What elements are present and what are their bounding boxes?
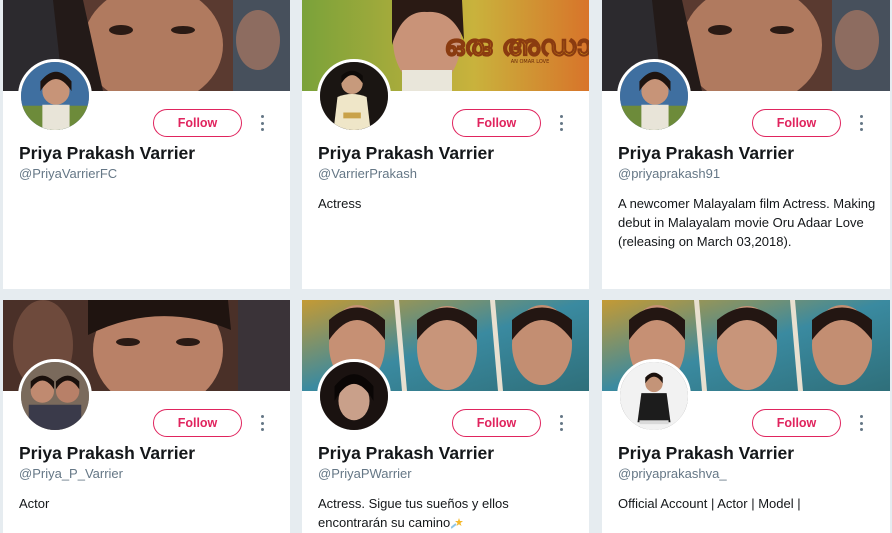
- user-handle[interactable]: @Priya_P_Varrier: [19, 466, 123, 481]
- more-options-icon[interactable]: [856, 115, 866, 131]
- avatar[interactable]: [18, 359, 92, 433]
- display-name[interactable]: Priya Prakash Varrier: [19, 143, 195, 164]
- avatar[interactable]: [317, 359, 391, 433]
- user-card[interactable]: Follow Priya Prakash Varrier @priyapraka…: [602, 0, 890, 289]
- user-bio: Actress: [318, 196, 362, 211]
- follow-button[interactable]: Follow: [452, 409, 541, 437]
- user-handle[interactable]: @VarrierPrakash: [318, 166, 417, 181]
- user-handle[interactable]: @PriyaPWarrier: [318, 466, 412, 481]
- user-card[interactable]: Follow Priya Prakash Varrier @Priya_P_Va…: [3, 300, 290, 533]
- user-handle[interactable]: @priyaprakashva_: [618, 466, 727, 481]
- user-card[interactable]: Follow Priya Prakash Varrier @priyapraka…: [602, 300, 890, 533]
- more-options-icon[interactable]: [556, 415, 566, 431]
- shooting-star-icon: [451, 518, 464, 529]
- user-bio: Actress. Sigue tus sueños y ellos encont…: [318, 494, 578, 532]
- display-name[interactable]: Priya Prakash Varrier: [19, 443, 195, 464]
- follow-button[interactable]: Follow: [153, 109, 242, 137]
- avatar[interactable]: [18, 59, 92, 133]
- follow-button[interactable]: Follow: [153, 409, 242, 437]
- user-handle[interactable]: @priyaprakash91: [618, 166, 720, 181]
- svg-text:ഒരു അഡാർ: ഒരു അഡാർ: [444, 29, 589, 62]
- user-handle[interactable]: @PriyaVarrierFC: [19, 166, 117, 181]
- avatar[interactable]: [617, 59, 691, 133]
- user-bio-text: Actress. Sigue tus sueños y ellos encont…: [318, 496, 509, 530]
- more-options-icon[interactable]: [257, 415, 267, 431]
- follow-button[interactable]: Follow: [752, 409, 841, 437]
- avatar[interactable]: [317, 59, 391, 133]
- user-bio: A newcomer Malayalam film Actress. Makin…: [618, 196, 876, 249]
- more-options-icon[interactable]: [257, 115, 267, 131]
- display-name[interactable]: Priya Prakash Varrier: [618, 143, 794, 164]
- user-card[interactable]: ഒരു അഡാർ AN OMAR LOVE Follow Priya Praka…: [302, 0, 589, 289]
- user-card[interactable]: Follow Priya Prakash Varrier @PriyaVarri…: [3, 0, 290, 289]
- follow-button[interactable]: Follow: [752, 109, 841, 137]
- follow-button[interactable]: Follow: [452, 109, 541, 137]
- avatar[interactable]: [617, 359, 691, 433]
- more-options-icon[interactable]: [556, 115, 566, 131]
- user-card[interactable]: Follow Priya Prakash Varrier @PriyaPWarr…: [302, 300, 589, 533]
- display-name[interactable]: Priya Prakash Varrier: [618, 443, 794, 464]
- banner-caption: AN OMAR LOVE: [511, 59, 550, 65]
- user-bio: Actor: [19, 496, 50, 511]
- more-options-icon[interactable]: [856, 415, 866, 431]
- user-bio: Official Account | Actor | Model |: [618, 496, 801, 511]
- display-name[interactable]: Priya Prakash Varrier: [318, 143, 494, 164]
- display-name[interactable]: Priya Prakash Varrier: [318, 443, 494, 464]
